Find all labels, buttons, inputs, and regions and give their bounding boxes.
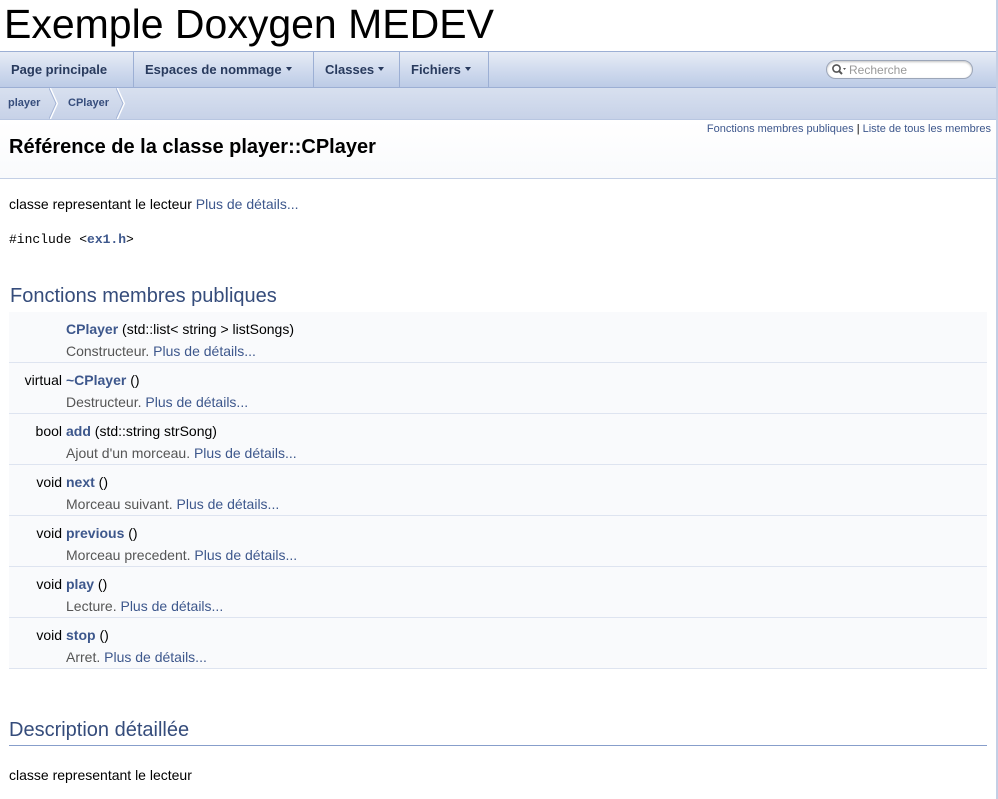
more-details-link[interactable]: Plus de détails... (194, 445, 297, 461)
member-description: Destructeur. Plus de détails... (66, 394, 248, 410)
summary-separator: | (856, 123, 860, 135)
main-navbar: Page principale Espaces de nommage Class… (0, 51, 996, 88)
member-description: Lecture. Plus de détails... (66, 598, 223, 614)
section-heading-detailed-description: Description détaillée (9, 719, 190, 741)
detailed-description-text: classe representant le lecteur (9, 767, 192, 783)
member-return-type: virtual (24, 372, 62, 388)
member-row: void play () Lecture. Plus de détails... (9, 567, 987, 618)
nav-label: Espaces de nommage (145, 62, 282, 77)
section-divider (9, 745, 987, 746)
member-return-type: void (36, 525, 62, 541)
include-prefix: #include < (9, 232, 88, 247)
section-heading-public-functions: Fonctions membres publiques (10, 285, 277, 307)
member-description: Ajout d'un morceau. Plus de détails... (66, 445, 297, 461)
member-list: CPlayer (std::list< string > listSongs) … (9, 312, 987, 669)
member-row: void previous () Morceau precedent. Plus… (9, 516, 987, 567)
member-signature: next () (66, 474, 108, 490)
member-name-link[interactable]: play (66, 576, 94, 592)
breadcrumb-item-player[interactable]: player (8, 88, 40, 119)
search-box[interactable] (826, 60, 973, 79)
search-input[interactable] (849, 62, 967, 77)
member-args: () (94, 576, 108, 592)
member-row: CPlayer (std::list< string > listSongs) … (9, 312, 987, 363)
member-return-type: void (36, 627, 62, 643)
more-details-link[interactable]: Plus de détails... (194, 547, 297, 563)
member-desc-text: Lecture. (66, 598, 121, 614)
include-file-link[interactable]: ex1.h (87, 232, 126, 247)
brief-description: classe representant le lecteur Plus de d… (9, 196, 299, 212)
nav-label: Classes (325, 62, 375, 77)
member-args: () (124, 525, 138, 541)
dropdown-caret-icon (378, 66, 385, 71)
member-name-link[interactable]: ~CPlayer (66, 372, 126, 388)
member-args: (std::string strSong) (90, 423, 217, 439)
member-args: () (94, 474, 109, 490)
member-desc-text: Destructeur. (66, 394, 146, 410)
public-functions-link[interactable]: Fonctions membres publiques (707, 123, 854, 135)
brief-text: classe representant le lecteur (9, 196, 192, 212)
member-name-link[interactable]: next (66, 474, 95, 490)
more-details-link[interactable]: Plus de détails... (153, 343, 256, 359)
member-signature: previous () (66, 525, 138, 541)
member-signature: add (std::string strSong) (66, 423, 217, 439)
all-members-link[interactable]: Liste de tous les membres (863, 123, 991, 135)
class-header: Fonctions membres publiques | Liste de t… (0, 120, 996, 179)
member-signature: stop () (66, 627, 109, 643)
nav-classes[interactable]: Classes (314, 52, 400, 87)
more-details-link[interactable]: Plus de détails... (196, 196, 299, 212)
member-return-type: bool (35, 423, 62, 439)
summary-links: Fonctions membres publiques | Liste de t… (707, 123, 991, 135)
member-signature: ~CPlayer () (66, 372, 140, 388)
member-row: bool add (std::string strSong) Ajout d'u… (9, 414, 987, 465)
more-details-link[interactable]: Plus de détails... (145, 394, 248, 410)
member-description: Arret. Plus de détails... (66, 649, 207, 665)
member-description: Morceau suivant. Plus de détails... (66, 496, 279, 512)
member-desc-text: Morceau precedent. (66, 547, 195, 563)
member-name-link[interactable]: add (66, 423, 91, 439)
member-signature: play () (66, 576, 107, 592)
member-row: virtual ~CPlayer () Destructeur. Plus de… (9, 363, 987, 414)
member-description: Morceau precedent. Plus de détails... (66, 547, 297, 563)
more-details-link[interactable]: Plus de détails... (120, 598, 223, 614)
dropdown-caret-icon (285, 66, 292, 71)
include-suffix: > (126, 232, 134, 247)
member-name-link[interactable]: previous (66, 525, 124, 541)
member-args: () (95, 627, 109, 643)
member-name-link[interactable]: stop (66, 627, 96, 643)
member-desc-text: Arret. (66, 649, 105, 665)
nav-namespaces[interactable]: Espaces de nommage (134, 52, 314, 87)
include-line: #include <ex1.h> (9, 232, 134, 247)
member-return-type: void (36, 474, 62, 490)
member-signature: CPlayer (std::list< string > listSongs) (66, 321, 294, 337)
page-title: Référence de la classe player::CPlayer (9, 136, 376, 158)
member-name-link[interactable]: CPlayer (66, 321, 118, 337)
breadcrumb-separator-icon (49, 88, 59, 119)
member-desc-text: Constructeur. (66, 343, 154, 359)
breadcrumb-item-cplayer[interactable]: CPlayer (68, 88, 109, 119)
more-details-link[interactable]: Plus de détails... (177, 496, 280, 512)
nav-files[interactable]: Fichiers (400, 52, 489, 87)
nav-main-page[interactable]: Page principale (0, 52, 134, 87)
project-title: Exemple Doxygen MEDEV (4, 1, 494, 47)
member-return-type: void (36, 576, 62, 592)
member-row: void stop () Arret. Plus de détails... (9, 618, 987, 669)
member-description: Constructeur. Plus de détails... (66, 343, 256, 359)
nav-label: Page principale (11, 62, 108, 77)
member-desc-text: Ajout d'un morceau. (66, 445, 194, 461)
dropdown-caret-icon (464, 66, 471, 71)
member-desc-text: Morceau suivant. (66, 496, 177, 512)
member-args: (std::list< string > listSongs) (118, 321, 294, 337)
member-args: () (126, 372, 140, 388)
more-details-link[interactable]: Plus de détails... (104, 649, 207, 665)
nav-label: Fichiers (411, 62, 461, 77)
breadcrumb: player CPlayer (0, 88, 996, 120)
search-icon[interactable] (831, 63, 847, 77)
breadcrumb-separator-icon (116, 88, 126, 119)
member-row: void next () Morceau suivant. Plus de dé… (9, 465, 987, 516)
